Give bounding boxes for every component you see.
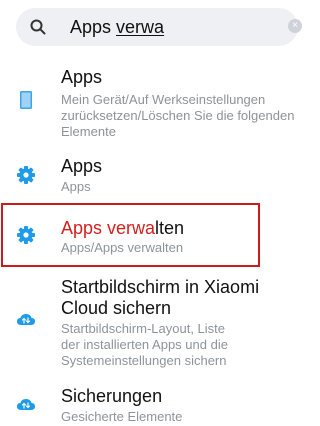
result-subtitle-line: zurücksetzen/Löschen Sie die folgenden bbox=[61, 108, 295, 123]
result-title: Apps bbox=[61, 156, 103, 176]
search-bar[interactable]: Apps verwa × bbox=[16, 8, 302, 46]
clear-icon[interactable]: × bbox=[288, 19, 302, 33]
result-title: Sicherungen bbox=[61, 386, 163, 406]
selection-highlight-box bbox=[1, 203, 260, 267]
search-icon bbox=[30, 19, 46, 35]
phone-icon bbox=[20, 91, 32, 109]
result-subtitle-line: Startbildschirm-Layout, Liste bbox=[61, 321, 226, 336]
search-composing-text: verwa bbox=[116, 17, 165, 37]
result-subtitle-line: Gesicherte Elemente bbox=[61, 409, 183, 424]
result-subtitle-line: Apps bbox=[61, 179, 91, 194]
result-item-startbildschirm-cloud[interactable]: Startbildschirm in Xiaomi Cloud sichern … bbox=[0, 275, 310, 368]
result-title-line: Cloud sichern bbox=[61, 298, 172, 318]
result-title: Apps bbox=[61, 67, 103, 87]
result-subtitle-line: Systemeinstellungen sichern bbox=[61, 353, 227, 368]
gear-icon bbox=[17, 166, 35, 184]
result-subtitle-line: Mein Gerät/Auf Werkseinstellungen bbox=[61, 92, 266, 107]
search-typed-text: Apps bbox=[70, 17, 117, 37]
search-input[interactable]: Apps verwa bbox=[70, 17, 164, 38]
cloud-icon bbox=[17, 399, 35, 410]
result-item-sicherungen[interactable]: Sicherungen Gesicherte Elemente bbox=[0, 382, 310, 426]
result-title-line: Startbildschirm in Xiaomi bbox=[61, 277, 260, 297]
result-subtitle-line: der installierten Apps und die bbox=[61, 337, 228, 352]
result-item-apps[interactable]: Apps Apps bbox=[0, 150, 310, 200]
result-item-apps-reset[interactable]: Apps Mein Gerät/Auf Werkseinstellungen z… bbox=[0, 60, 310, 140]
result-subtitle-line: Elemente bbox=[61, 124, 116, 139]
cloud-icon bbox=[17, 314, 35, 325]
